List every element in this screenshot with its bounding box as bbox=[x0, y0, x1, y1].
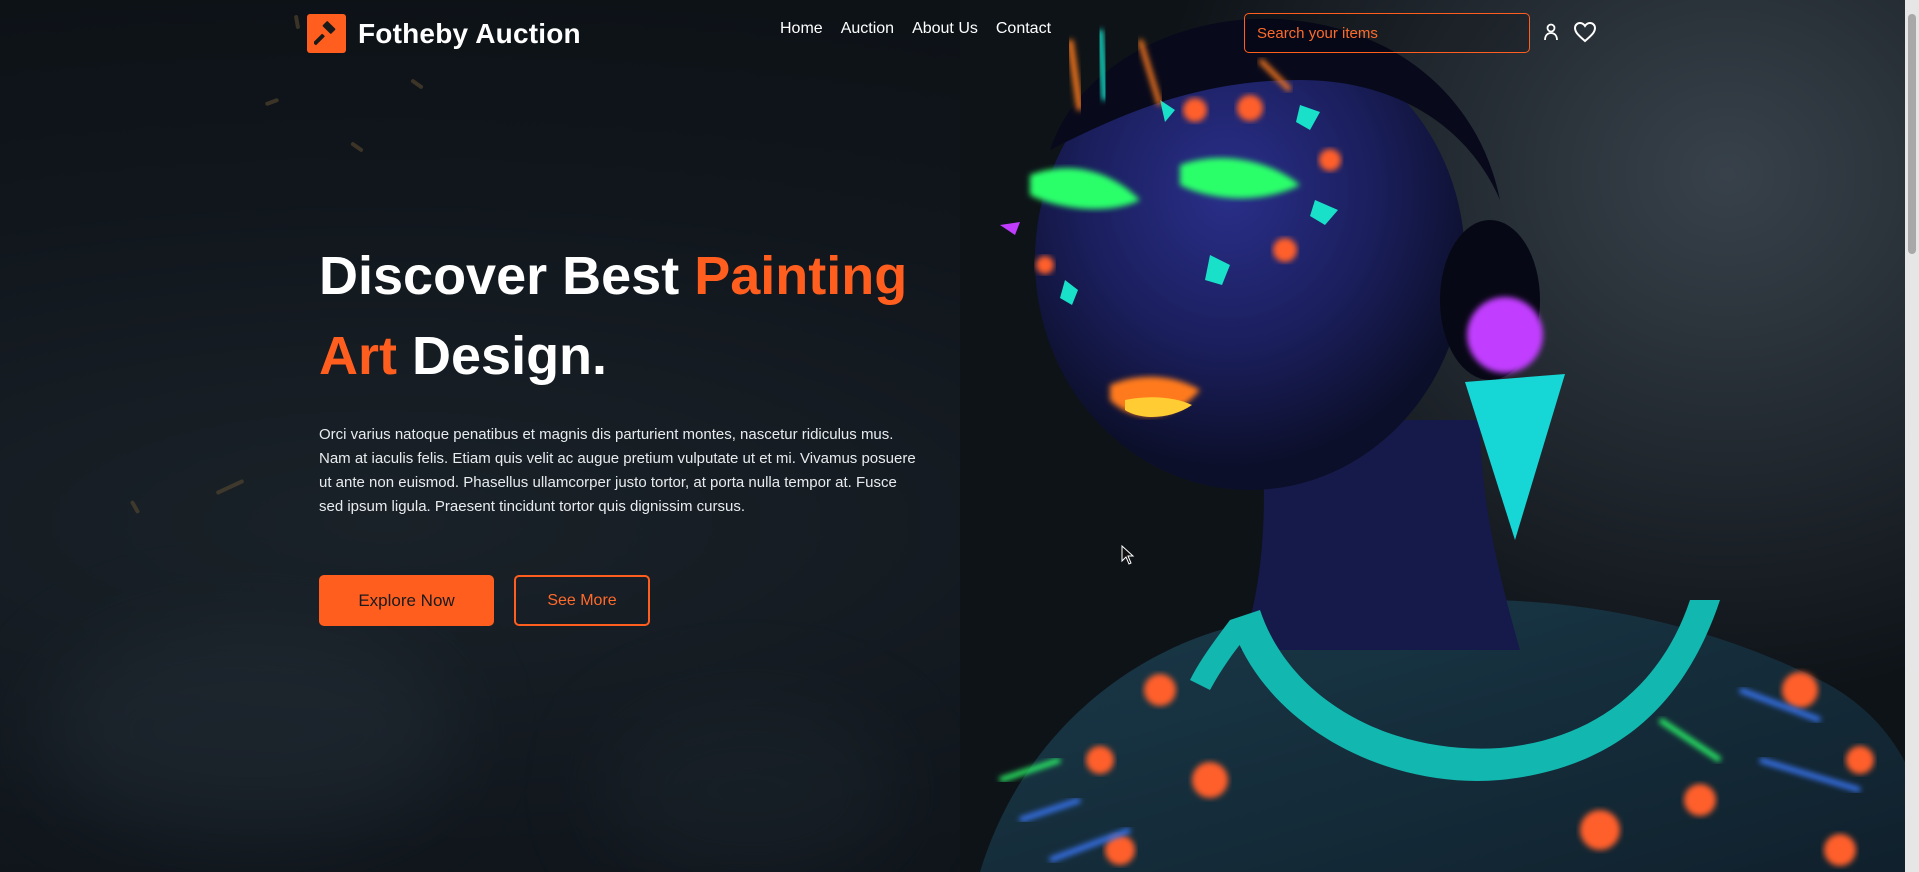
heart-icon[interactable] bbox=[1573, 20, 1597, 44]
user-icon[interactable] bbox=[1541, 22, 1565, 46]
background-smoke bbox=[40, 620, 460, 840]
background-fleck bbox=[215, 478, 245, 496]
hero-title-part: Discover Best bbox=[319, 246, 695, 306]
page-scrollbar[interactable] bbox=[1905, 0, 1919, 872]
hero-title-accent: Art bbox=[319, 326, 397, 386]
background-fleck bbox=[264, 97, 280, 107]
nav-link-auction[interactable]: Auction bbox=[841, 20, 894, 38]
hero-title-part: Design. bbox=[397, 326, 608, 386]
nav-link-about-us[interactable]: About Us bbox=[912, 20, 978, 38]
explore-now-button[interactable]: Explore Now bbox=[319, 575, 494, 626]
top-navbar: Fotheby Auction Home Auction About Us Co… bbox=[0, 0, 1919, 66]
hero-description: Orci varius natoque penatibus et magnis … bbox=[319, 426, 916, 515]
search-input[interactable] bbox=[1244, 13, 1530, 53]
see-more-button[interactable]: See More bbox=[514, 575, 650, 626]
background-fleck bbox=[129, 499, 141, 515]
hero-title: Discover Best Painting Art Design. bbox=[319, 236, 959, 396]
background-fleck bbox=[350, 141, 364, 153]
scrollbar-thumb[interactable] bbox=[1908, 14, 1916, 254]
background-smoke bbox=[600, 700, 900, 872]
brand-logo[interactable]: Fotheby Auction bbox=[307, 14, 581, 53]
nav-link-home[interactable]: Home bbox=[780, 20, 823, 38]
hero-title-accent: Painting bbox=[694, 246, 908, 306]
nav-link-contact[interactable]: Contact bbox=[996, 20, 1051, 38]
main-nav: Home Auction About Us Contact bbox=[780, 20, 1051, 38]
neon-portrait-illustration bbox=[960, 0, 1919, 872]
hero-artwork bbox=[960, 0, 1919, 872]
gavel-icon bbox=[307, 14, 346, 53]
background-fleck bbox=[410, 78, 424, 90]
mouse-cursor-icon bbox=[1121, 545, 1135, 565]
landing-page: Fotheby Auction Home Auction About Us Co… bbox=[0, 0, 1919, 872]
brand-name: Fotheby Auction bbox=[358, 17, 581, 49]
